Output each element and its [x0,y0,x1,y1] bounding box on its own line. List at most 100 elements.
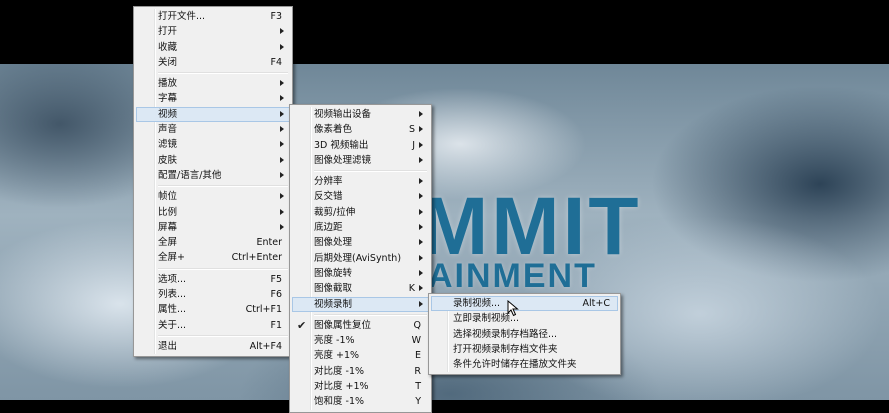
menu-item-main-1-1[interactable]: 字幕 [136,91,290,106]
submenu-arrow-icon [419,254,423,261]
menu-item-label: 裁剪/拉伸 [314,206,356,218]
menu-item-main-4-0[interactable]: 退出 Alt+F4 [136,339,290,354]
menu-item-shortcut: Enter [256,237,283,249]
menu-item-shortcut: F6 [270,289,282,301]
menu-item-video-2-4[interactable]: 对比度 +1% T [292,379,429,394]
menu-item-main-3-2[interactable]: 属性... Ctrl+F1 [136,302,290,317]
menu-item-record-1[interactable]: 立即录制视频... [431,311,618,326]
menu-separator [158,334,288,337]
menu-item-main-1-3[interactable]: 声音 [136,122,290,137]
menu-item-label: 皮肤 [158,154,178,166]
menu-item-label: 条件允许时储存在播放文件夹 [453,359,577,371]
menu-item-label: 3D 视频输出 [314,139,369,151]
menu-item-label: 底边距 [314,222,343,234]
menu-item-main-1-2[interactable]: 视频 [136,106,290,123]
submenu-arrow-icon [419,178,423,185]
menu-item-label: 亮度 -1% [314,335,355,347]
menu-item-shortcut: W [411,335,421,347]
menu-item-shortcut: J [412,139,415,151]
submenu-arrow-icon [419,193,423,200]
submenu-arrow-icon [419,111,423,117]
submenu-arrow-icon [419,208,423,215]
menu-item-record-2[interactable]: 选择视频录制存档路径... [431,327,618,342]
menu-item-video-1-3[interactable]: 底边距 [292,220,429,235]
menu-item-video-0-0[interactable]: 视频输出设备 [292,107,429,122]
menu-item-shortcut: Ctrl+Enter [231,252,282,264]
menu-item-shortcut: S [408,124,415,136]
menu-item-main-0-1[interactable]: 打开 [136,24,290,39]
menu-item-label: 选择视频录制存档路径... [453,328,558,340]
context-menu-video: 视频输出设备像素着色 S 3D 视频输出 J 图像处理滤镜分辨率反交错裁剪/拉伸底边距图… [289,104,432,413]
mouse-cursor-icon [507,300,519,317]
menu-item-main-1-0[interactable]: 播放 [136,76,290,91]
menu-item-main-2-2[interactable]: 屏幕 [136,220,290,235]
menu-item-main-2-1[interactable]: 比例 [136,205,290,220]
menu-item-video-0-2[interactable]: 3D 视频输出 J [292,138,429,153]
logo-main-text: MMIT [420,181,642,272]
menu-item-record-4[interactable]: 条件允许时储存在播放文件夹 [431,357,618,372]
menu-item-video-1-5[interactable]: 后期处理(AviSynth) [292,251,429,266]
menu-item-video-2-0[interactable]: ✔ 图像属性复位 Q [292,318,429,333]
menu-item-main-3-3[interactable]: 关于... F1 [136,318,290,333]
menu-item-label: 反交错 [314,191,343,203]
submenu-arrow-icon [280,28,284,35]
menu-item-video-0-1[interactable]: 像素着色 S [292,122,429,137]
menu-item-video-1-2[interactable]: 裁剪/拉伸 [292,205,429,220]
menu-item-video-1-6[interactable]: 图像旋转 [292,266,429,281]
menu-item-video-1-4[interactable]: 图像处理 [292,235,429,250]
menu-item-shortcut: E [414,350,421,362]
menu-item-video-1-7[interactable]: 图像截取 K [292,281,429,296]
submenu-arrow-icon [419,224,423,231]
menu-item-main-2-4[interactable]: 全屏+ Ctrl+Enter [136,250,290,265]
menu-item-label: 饱和度 -1% [314,396,365,408]
menu-item-label: 打开 [158,26,178,38]
submenu-arrow-icon [419,300,423,307]
menu-item-main-2-0[interactable]: 帧位 [136,189,290,204]
menu-item-shortcut: Q [413,319,421,331]
menu-item-shortcut: F4 [270,56,282,68]
menu-item-label: 收藏 [158,41,178,53]
menu-item-main-1-4[interactable]: 滤镜 [136,137,290,152]
menu-item-label: 视频输出设备 [314,109,372,120]
menu-item-main-0-3[interactable]: 关闭 F4 [136,55,290,70]
menu-item-video-0-3[interactable]: 图像处理滤镜 [292,153,429,168]
menu-item-label: 退出 [158,340,178,352]
submenu-arrow-icon [280,80,284,87]
menu-item-video-2-2[interactable]: 亮度 +1% E [292,348,429,363]
menu-item-main-0-2[interactable]: 收藏 [136,40,290,55]
menu-item-main-1-6[interactable]: 配置/语言/其他 [136,168,290,183]
menu-item-label: 分辨率 [314,176,343,188]
context-menu-main: 打开文件... F3 打开收藏关闭 F4 播放 字幕 视频 声音 滤镜皮肤配置/语言/其他 帧位比… [133,6,293,358]
menu-item-label: 视频录制 [314,298,353,310]
menu-item-shortcut: F5 [270,273,282,285]
submenu-arrow-icon [419,156,423,163]
menu-item-main-1-5[interactable]: 皮肤 [136,153,290,168]
menu-item-main-0-0[interactable]: 打开文件... F3 [136,9,290,24]
menu-item-label: 关于... [158,319,187,331]
menu-item-label: 比例 [158,206,178,218]
menu-item-main-3-0[interactable]: 选项... F5 [136,272,290,287]
menu-item-label: 列表... [158,289,187,301]
menu-separator [314,313,427,316]
menu-item-video-1-1[interactable]: 反交错 [292,189,429,204]
submenu-arrow-icon [280,126,284,133]
menu-item-label: 选项... [158,273,187,285]
menu-item-record-3[interactable]: 打开视频录制存档文件夹 [431,342,618,357]
submenu-arrow-icon [280,95,284,102]
menu-item-label: 属性... [158,304,187,316]
submenu-arrow-icon [280,208,284,215]
menu-item-video-2-3[interactable]: 对比度 -1% R [292,364,429,379]
menu-item-label: 声音 [158,124,178,136]
menu-item-main-3-1[interactable]: 列表... F6 [136,287,290,302]
menu-item-video-1-8[interactable]: 视频录制 [292,296,429,312]
menu-item-label: 亮度 +1% [314,350,360,362]
menu-item-label: 图像处理 [314,237,353,249]
menu-item-main-2-3[interactable]: 全屏 Enter [136,235,290,250]
submenu-arrow-icon [280,193,284,200]
menu-item-video-2-5[interactable]: 饱和度 -1% Y [292,394,429,409]
menu-item-video-1-0[interactable]: 分辨率 [292,174,429,189]
menu-item-video-2-1[interactable]: 亮度 -1% W [292,333,429,348]
menu-item-label: 图像旋转 [314,267,353,279]
menu-item-label: 全屏+ [158,252,185,264]
menu-item-record-0[interactable]: 录制视频... Alt+C [431,296,618,312]
